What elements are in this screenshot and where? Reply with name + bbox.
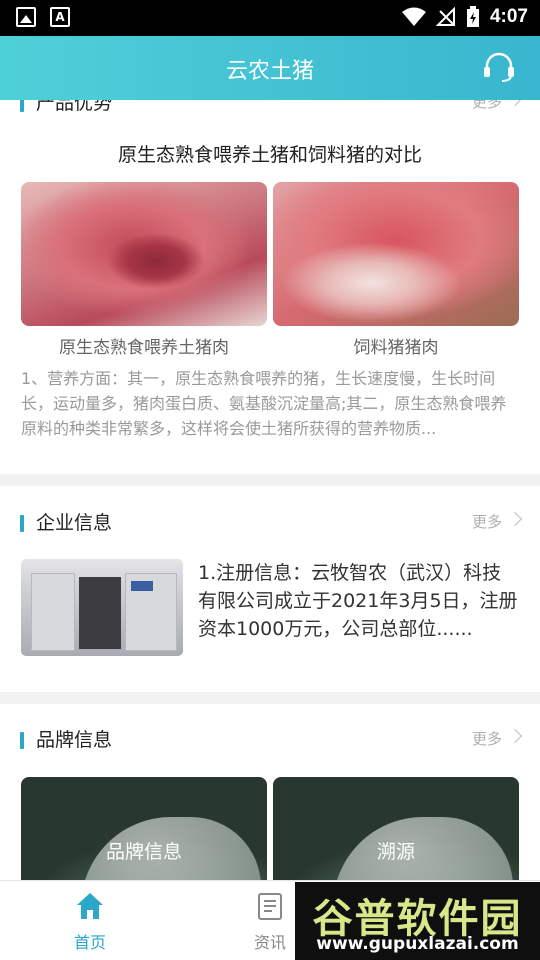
brand-section-title: 品牌信息 (36, 729, 113, 751)
nav-label-home: 首页 (73, 933, 106, 952)
eco-pork-caption: 原生态熟食喂养土猪肉 (59, 338, 229, 358)
section-accent-bar (20, 100, 24, 112)
feed-pork-caption: 饲料猪猪肉 (353, 338, 439, 358)
company-section-title: 企业信息 (36, 512, 113, 534)
status-bar: A 4:07 (0, 0, 540, 36)
traceability-label: 溯源 (376, 841, 415, 863)
company-card: 企业信息 更多 1.注册信息：云牧智农（武汉）科技有限公司成立于2021年3月5… (0, 486, 540, 692)
more-label: 更多 (471, 100, 502, 111)
company-description[interactable]: 1.注册信息：云牧智农（武汉）科技有限公司成立于2021年3月5日，注册资本10… (198, 559, 520, 643)
home-icon (77, 893, 103, 919)
site-watermark: 谷普软件园 www.gupuxlazai.com (295, 882, 540, 960)
status-time: 4:07 (489, 6, 528, 27)
brand-section-header: 品牌信息 更多 (20, 725, 523, 755)
brand-more-link[interactable]: 更多 (460, 725, 523, 751)
chevron-right-icon (507, 100, 523, 107)
page-title: 云农土猪 (225, 59, 314, 84)
text-notification-icon: A (50, 7, 70, 27)
advantage-more-link[interactable]: 更多 (460, 100, 523, 114)
brand-info-label: 品牌信息 (105, 841, 182, 863)
news-icon (258, 893, 282, 920)
traceability-tile[interactable]: 溯源 (273, 777, 519, 880)
section-accent-bar (20, 732, 24, 749)
company-more-link[interactable]: 更多 (460, 508, 523, 534)
company-section-header: 企业信息 更多 (20, 508, 523, 538)
wifi-icon (401, 7, 426, 26)
advantage-description[interactable]: 1、营养方面：其一，原生态熟食喂养的猪，生长速度慢，生长时间长，运动量多，猪肉蛋… (21, 366, 520, 441)
more-label: 更多 (471, 730, 502, 748)
app-header: 云农土猪 (0, 36, 540, 100)
watermark-url: www.gupuxlazai.com (316, 934, 519, 954)
nav-item-home[interactable]: 首页 (0, 881, 180, 960)
chevron-right-icon (507, 511, 523, 527)
no-signal-icon (435, 7, 455, 26)
main-content[interactable]: 产品优势 更多 原生态熟食喂养土猪和饲料猪的对比 原生态熟食喂养土猪肉 饲料猪猪… (0, 100, 540, 880)
customer-service-icon[interactable] (482, 50, 516, 84)
compare-title: 原生态熟食喂养土猪和饲料猪的对比 (117, 144, 422, 166)
chevron-right-icon (507, 728, 523, 744)
advantage-section-title: 产品优势 (36, 100, 113, 114)
feed-pork-image[interactable] (273, 182, 519, 326)
brand-info-tile[interactable]: 品牌信息 (21, 777, 267, 880)
more-label: 更多 (471, 513, 502, 531)
company-facility-image[interactable] (21, 559, 183, 656)
advantage-section-header: 产品优势 更多 (20, 100, 523, 118)
section-accent-bar (20, 515, 24, 532)
brand-card: 品牌信息 更多 品牌信息 溯源 (0, 704, 540, 880)
eco-pork-image[interactable] (21, 182, 267, 326)
gallery-notification-icon (16, 7, 36, 27)
advantage-card: 产品优势 更多 原生态熟食喂养土猪和饲料猪的对比 原生态熟食喂养土猪肉 饲料猪猪… (0, 100, 540, 474)
battery-icon (466, 6, 479, 27)
